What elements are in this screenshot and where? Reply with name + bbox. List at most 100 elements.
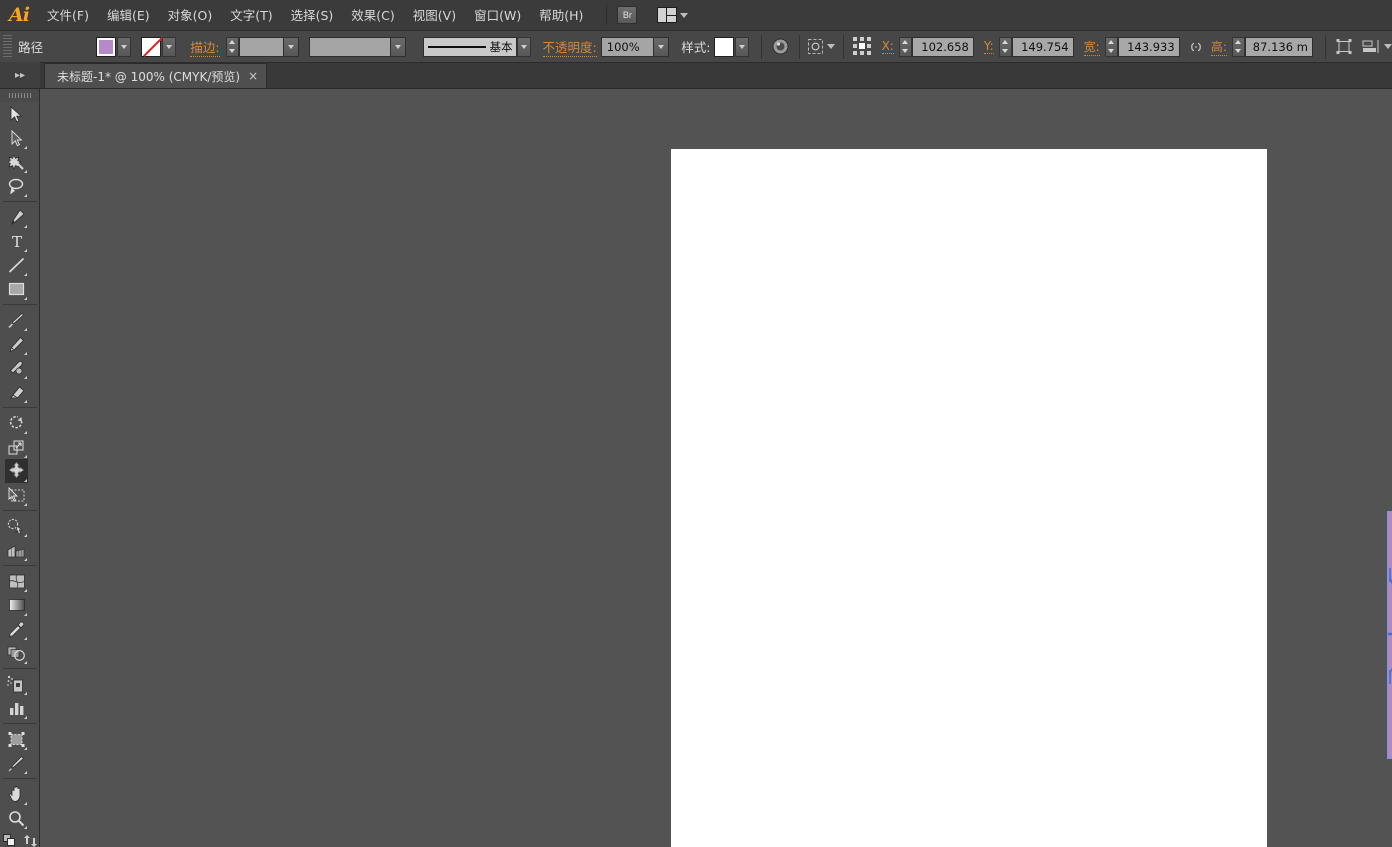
menu-edit[interactable]: 编辑(E) — [98, 0, 159, 31]
type-tool[interactable]: T — [5, 229, 28, 253]
opacity-value: 100% — [607, 40, 640, 54]
stroke-label[interactable]: 描边: — [190, 37, 219, 57]
stroke-color-swatch[interactable] — [141, 37, 161, 57]
shape-builder-tool[interactable] — [5, 514, 28, 538]
menu-effect[interactable]: 效果(C) — [342, 0, 403, 31]
toolbox-drag-handle[interactable] — [0, 89, 39, 102]
close-icon[interactable]: × — [248, 69, 258, 83]
menu-bar: Ai 文件(F) 编辑(E) 对象(O) 文字(T) 选择(S) 效果(C) 视… — [0, 0, 1392, 31]
isolate-target-button[interactable] — [807, 38, 835, 55]
y-position-label: Y: — [984, 39, 994, 54]
graphic-style-dropdown[interactable] — [735, 37, 749, 57]
document-tab[interactable]: 未标题-1* @ 100% (CMYK/预览) × — [44, 63, 267, 88]
lasso-tool[interactable] — [5, 174, 28, 198]
opacity-label[interactable]: 不透明度: — [543, 37, 597, 57]
symbol-sprayer-tool[interactable] — [5, 672, 28, 696]
menu-select[interactable]: 选择(S) — [282, 0, 343, 31]
brush-definition-label: 基本 — [490, 39, 513, 55]
fill-color-swatch[interactable] — [96, 37, 116, 57]
perspective-grid-tool[interactable] — [5, 538, 28, 562]
scale-tool[interactable] — [5, 435, 28, 459]
x-position-field[interactable]: 102.658 — [912, 37, 974, 57]
transform-panel-icon[interactable] — [1334, 36, 1354, 58]
pen-tool[interactable] — [5, 205, 28, 229]
stroke-weight-combo[interactable] — [239, 37, 299, 57]
height-label: 高: — [1211, 38, 1227, 56]
svg-text:T: T — [11, 233, 21, 250]
bridge-icon[interactable]: Br — [617, 6, 637, 24]
pencil-tool[interactable] — [5, 332, 28, 356]
toolbox-divider-5 — [3, 565, 37, 566]
control-bar-grip[interactable] — [3, 35, 12, 59]
brush-definition-combo[interactable]: 基本 — [423, 37, 517, 57]
app-logo: Ai — [0, 0, 38, 31]
stroke-swatch-dropdown[interactable] — [162, 37, 176, 57]
menu-divider — [606, 5, 607, 25]
toolbox-panel: T — [0, 89, 40, 847]
align-panel-button[interactable] — [1362, 38, 1392, 55]
line-segment-tool[interactable] — [5, 253, 28, 277]
document-tab-bar: ▸▸ 未标题-1* @ 100% (CMYK/预览) × — [0, 63, 1392, 89]
magic-wand-tool[interactable] — [5, 150, 28, 174]
rectangle-tool[interactable] — [5, 277, 28, 301]
blob-brush-tool[interactable] — [5, 356, 28, 380]
slice-tool[interactable] — [5, 751, 28, 775]
graphic-style-swatch[interactable] — [714, 37, 734, 57]
y-position-field[interactable]: 149.754 — [1012, 37, 1074, 57]
paintbrush-tool[interactable] — [5, 308, 28, 332]
stroke-profile-combo[interactable] — [309, 37, 406, 57]
blend-tool[interactable] — [5, 641, 28, 665]
width-stepper[interactable] — [1105, 37, 1118, 57]
menu-file[interactable]: 文件(F) — [38, 0, 98, 31]
y-position-stepper[interactable] — [999, 37, 1012, 57]
column-graph-tool[interactable] — [5, 696, 28, 720]
height-stepper[interactable] — [1232, 37, 1245, 57]
canvas-area[interactable]: × — [41, 89, 1392, 847]
artboard[interactable]: × — [671, 149, 1267, 847]
selected-artwork-rectangle[interactable]: × — [1387, 511, 1392, 759]
brush-definition-dropdown[interactable] — [517, 37, 531, 57]
rotate-tool[interactable] — [5, 411, 28, 435]
toolbox-divider-8 — [3, 778, 37, 779]
fill-swatch-dropdown[interactable] — [117, 37, 131, 57]
toolbox-divider-6 — [3, 668, 37, 669]
free-transform-tool[interactable] — [5, 483, 28, 507]
width-warp-tool[interactable] — [5, 459, 28, 483]
opacity-combo[interactable]: 100% — [601, 37, 669, 57]
toolbox-bottom-section — [0, 834, 39, 847]
selection-tool[interactable] — [5, 102, 28, 126]
transparency-sphere-icon[interactable] — [770, 36, 790, 58]
control-divider-1 — [761, 35, 762, 59]
direct-selection-tool[interactable] — [5, 126, 28, 150]
arrange-documents-button[interactable] — [657, 7, 688, 23]
hand-tool[interactable] — [5, 782, 28, 806]
eyedropper-tool[interactable] — [5, 617, 28, 641]
width-field[interactable]: 143.933 — [1118, 37, 1180, 57]
control-bar: 路径 描边: 基本 — [0, 31, 1392, 63]
x-position-label: X: — [882, 39, 894, 54]
toolbox-divider-2 — [3, 304, 37, 305]
menu-object[interactable]: 对象(O) — [159, 0, 222, 31]
eraser-tool[interactable] — [5, 380, 28, 404]
zoom-tool[interactable] — [5, 806, 28, 830]
collapse-panels-button[interactable]: ▸▸ — [0, 62, 40, 88]
chevron-down-icon — [827, 44, 835, 49]
menu-help[interactable]: 帮助(H) — [530, 0, 592, 31]
style-label: 样式: — [681, 37, 710, 56]
reference-point-widget[interactable] — [852, 36, 872, 58]
control-divider-4 — [1325, 35, 1326, 59]
gradient-tool[interactable] — [5, 593, 28, 617]
default-fill-stroke-icon[interactable] — [3, 834, 17, 847]
lock-aspect-ratio-icon[interactable] — [1186, 36, 1206, 58]
menu-type[interactable]: 文字(T) — [221, 0, 281, 31]
warped-path-overlay: × — [1388, 512, 1392, 760]
artboard-tool[interactable] — [5, 727, 28, 751]
menu-window[interactable]: 窗口(W) — [465, 0, 530, 31]
toolbox-divider-1 — [3, 201, 37, 202]
menu-view[interactable]: 视图(V) — [404, 0, 465, 31]
mesh-tool[interactable] — [5, 569, 28, 593]
x-position-stepper[interactable] — [899, 37, 912, 57]
stroke-weight-stepper[interactable] — [226, 37, 239, 57]
height-field[interactable]: 87.136 m — [1245, 37, 1313, 57]
swap-fill-stroke-icon[interactable] — [24, 835, 37, 847]
